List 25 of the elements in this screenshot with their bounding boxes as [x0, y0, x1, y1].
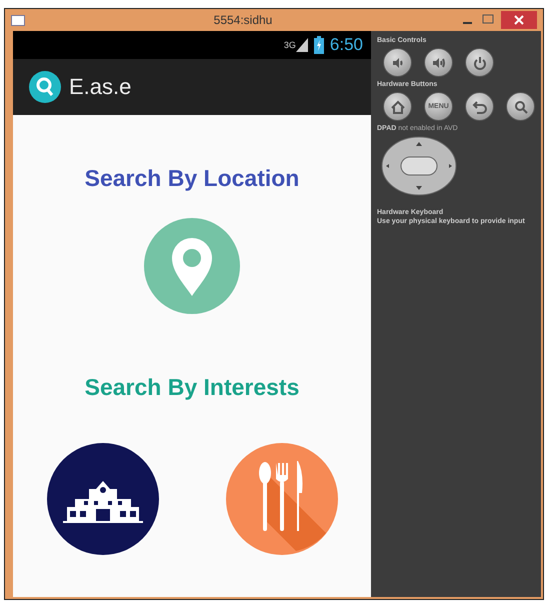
search-icon — [512, 98, 528, 114]
close-icon — [514, 15, 524, 25]
battery-icon — [314, 36, 324, 54]
network-label: 3G — [284, 40, 296, 50]
search-logo-icon — [29, 71, 61, 103]
window-title: 5554:sidhu — [212, 13, 274, 27]
power-button[interactable] — [465, 48, 494, 77]
signal-icon — [296, 38, 308, 52]
home-icon — [390, 98, 406, 114]
interests-heading: Search By Interests — [84, 374, 300, 401]
dpad-control[interactable] — [381, 136, 457, 196]
back-icon — [472, 98, 488, 114]
clock-time: 6:50 — [330, 35, 363, 55]
volume-up-button[interactable] — [424, 48, 453, 77]
location-heading: Search By Location — [84, 165, 300, 192]
back-button[interactable] — [465, 92, 494, 121]
search-button[interactable] — [506, 92, 535, 121]
building-icon[interactable] — [46, 443, 158, 555]
app-icon — [11, 14, 25, 26]
power-icon — [472, 54, 488, 70]
cutlery-icon[interactable] — [226, 443, 338, 555]
close-button[interactable] — [501, 11, 537, 29]
home-button[interactable] — [383, 92, 412, 121]
volume-down-button[interactable] — [383, 48, 412, 77]
app-title: E.as.e — [69, 74, 132, 100]
